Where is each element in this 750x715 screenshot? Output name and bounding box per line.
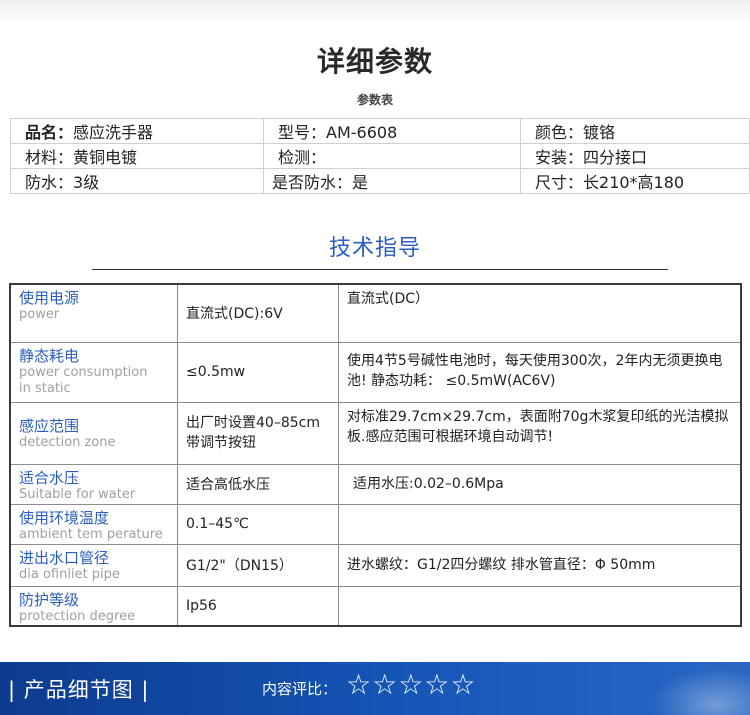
param-name-zh: 进出水口管径 — [19, 548, 110, 567]
tech-param-cell: 使用环境温度 ambient tem perature — [9, 503, 178, 545]
tech-param-cell: 防护等级 protection degree — [9, 585, 178, 627]
param-name-zh: 适合水压 — [19, 468, 80, 487]
spec-cell: 颜色：镀铬 — [520, 118, 750, 144]
tech-desc-cell — [338, 585, 742, 627]
spec-value: 黄铜电镀 — [73, 148, 138, 167]
spec-table: 品名：感应洗手器 型号：AM-6608 颜色：镀铬 材料：黄铜电镀 检测： 安装… — [10, 118, 750, 194]
tech-value-cell: 出厂时设置40–85cm 带调节按钮 — [177, 401, 339, 465]
tech-row: 进出水口管径 dia ofinliet pipe G1/2"（DN15） 进水螺纹… — [9, 543, 742, 587]
param-name-en: protection degree — [19, 608, 136, 624]
spec-label: 安装： — [535, 148, 584, 167]
tech-desc-cell: 使用4节5号碱性电池时，每天使用300次，2年内无须更换电池! 静态功耗： ≤0… — [338, 341, 742, 403]
tech-row: 使用电源 power 直流式(DC):6V 直流式(DC） — [9, 283, 742, 343]
spec-value: 四分接口 — [583, 148, 648, 167]
spec-cell: 尺寸：长210*高180 — [520, 168, 750, 194]
spec-label: 材料： — [25, 148, 74, 167]
tech-value-cell: 直流式(DC):6V — [177, 283, 339, 343]
param-name-zh: 使用电源 — [19, 289, 80, 307]
tech-desc-cell: 适用水压:0.02–0.6Mpa — [338, 463, 742, 505]
spec-value: AM-6608 — [326, 123, 398, 142]
param-name-en: dia ofinliet pipe — [19, 566, 120, 582]
spec-cell: 检测： — [263, 143, 521, 169]
tech-row: 静态耗电 power consumption in static ≤0.5mw 使… — [9, 341, 742, 403]
tech-row: 适合水压 Suitable for water 适合高低水压 适用水压:0.02–… — [9, 463, 742, 505]
spec-cell: 安装：四分接口 — [520, 143, 750, 169]
spec-label: 颜色： — [535, 123, 584, 142]
rating-label: 内容评比： — [262, 680, 338, 698]
spec-row: 防水：3级 是否防水：是 尺寸：长210*高180 — [10, 168, 750, 194]
param-name-zh: 使用环境温度 — [19, 508, 110, 527]
page-title: 详细参数 — [316, 45, 433, 78]
spec-value: 镀铬 — [583, 123, 616, 142]
param-name-zh: 感应范围 — [19, 416, 80, 435]
top-decor-bar — [0, 0, 750, 22]
tech-value-cell: ≤0.5mw — [177, 341, 339, 403]
tech-section-title: 技术指导 — [328, 236, 421, 261]
cloud-decor — [640, 662, 750, 715]
spec-label: 防水： — [25, 173, 74, 192]
param-name-en: power — [19, 307, 60, 322]
tech-param-cell: 进出水口管径 dia ofinliet pipe — [9, 543, 178, 587]
tech-value-cell: G1/2"（DN15） — [177, 543, 339, 587]
tech-row: 使用环境温度 ambient tem perature 0.1–45℃ — [9, 503, 742, 545]
spec-label: 检测： — [278, 148, 327, 167]
rating-stars-icon: ☆☆☆☆☆ — [346, 668, 477, 701]
spec-cell: 防水：3级 — [10, 168, 264, 194]
tech-row: 感应范围 detection zone 出厂时设置40–85cm 带调节按钮 对标… — [9, 401, 742, 465]
page-subtitle: 参数表 — [356, 93, 393, 107]
spec-value: 3级 — [73, 173, 100, 192]
tech-desc-cell: 进水螺纹：G1/2四分螺纹 排水管直径：Φ 50mm — [338, 543, 742, 587]
spec-row: 材料：黄铜电镀 检测： 安装：四分接口 — [10, 143, 750, 169]
tech-table: 使用电源 power 直流式(DC):6V 直流式(DC） 静态耗电 power c… — [9, 283, 742, 627]
spec-value: 感应洗手器 — [73, 123, 154, 142]
param-name-zh: 静态耗电 — [19, 346, 80, 365]
tech-value-cell: Ip56 — [177, 585, 339, 627]
tech-value-cell: 适合高低水压 — [177, 463, 339, 505]
tech-title-underline — [92, 269, 668, 270]
spec-cell: 型号：AM-6608 — [263, 118, 521, 144]
tech-param-cell: 适合水压 Suitable for water — [9, 463, 178, 505]
spec-row: 品名：感应洗手器 型号：AM-6608 颜色：镀铬 — [10, 118, 750, 144]
spec-label: 品名： — [25, 123, 74, 142]
spec-cell: 材料：黄铜电镀 — [10, 143, 264, 169]
param-name-en: power consumption in static — [19, 364, 148, 396]
product-detail-banner: | 产品细节图 | 内容评比： ☆☆☆☆☆ — [0, 662, 750, 715]
spec-value: 是 — [352, 173, 369, 192]
tech-desc-cell: 对标准29.7cm×29.7cm，表面附70g木浆复印纸的光洁模拟板.感应范围可… — [338, 401, 742, 465]
param-name-en: Suitable for water — [19, 486, 136, 502]
spec-value: 长210*高180 — [583, 173, 685, 192]
spec-cell: 是否防水：是 — [263, 168, 521, 194]
tech-desc-cell: 直流式(DC） — [338, 283, 742, 343]
param-name-en: detection zone — [19, 434, 116, 450]
param-name-en: ambient tem perature — [19, 526, 163, 542]
banner-title: | 产品细节图 | — [8, 678, 150, 702]
tech-row: 防护等级 protection degree Ip56 — [9, 585, 742, 627]
spec-label: 是否防水： — [272, 173, 353, 192]
tech-value-cell: 0.1–45℃ — [177, 503, 339, 545]
param-name-zh: 防护等级 — [19, 590, 80, 609]
tech-param-cell: 感应范围 detection zone — [9, 401, 178, 465]
tech-param-cell: 静态耗电 power consumption in static — [9, 341, 178, 403]
spec-label: 尺寸： — [535, 173, 584, 192]
tech-desc-cell — [338, 503, 742, 545]
spec-label: 型号： — [278, 123, 327, 142]
tech-param-cell: 使用电源 power — [9, 283, 178, 343]
spec-cell: 品名：感应洗手器 — [10, 118, 264, 144]
